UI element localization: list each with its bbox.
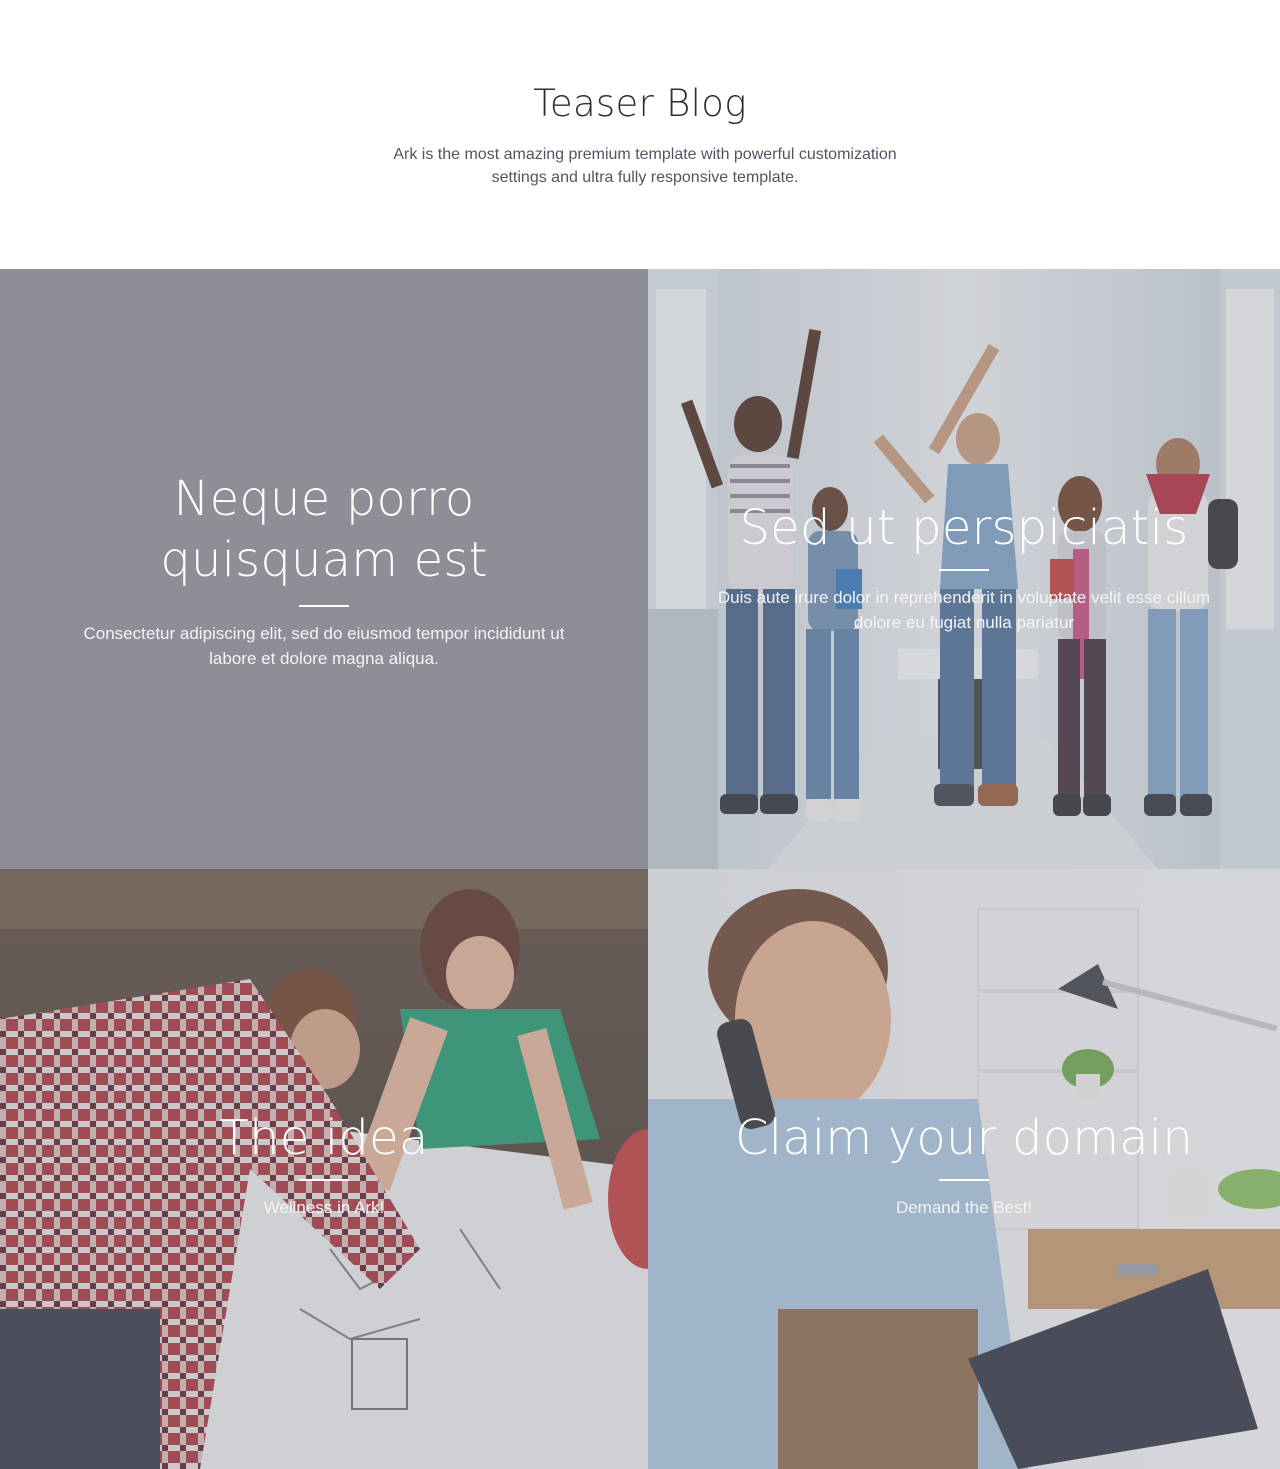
teaser-tile-2[interactable]: Sed ut perspiciatis Duis aute irure dolo…: [648, 269, 1280, 869]
teaser-text: Duis aute irure dolor in reprehenderit i…: [717, 588, 1211, 632]
teaser-content: Claim your domain Demand the Best!: [648, 1109, 1280, 1220]
teaser-content: Neque porro quisquam est Consectetur adi…: [0, 469, 648, 671]
title-divider: [299, 605, 349, 607]
teaser-title[interactable]: Claim your domain: [648, 1109, 1280, 1167]
teaser-tile-3[interactable]: The idea Wellness in Ark!: [0, 869, 648, 1469]
teaser-text: Wellness in Ark!: [263, 1198, 385, 1217]
teaser-text: Demand the Best!: [895, 1198, 1033, 1217]
title-divider: [939, 569, 989, 571]
title-divider: [939, 1179, 989, 1181]
teaser-tile-1[interactable]: Neque porro quisquam est Consectetur adi…: [0, 269, 648, 869]
teaser-text: Consectetur adipiscing elit, sed do eius…: [83, 624, 565, 668]
teaser-title[interactable]: The idea: [0, 1109, 648, 1167]
section-header: Teaser Blog Ark is the most amazing prem…: [0, 0, 1280, 269]
teaser-title[interactable]: Neque porro quisquam est: [64, 469, 584, 591]
teaser-content: The idea Wellness in Ark!: [0, 1109, 648, 1220]
teaser-tile-4[interactable]: Claim your domain Demand the Best!: [648, 869, 1280, 1469]
section-title: Teaser Blog: [533, 82, 747, 125]
title-divider: [299, 1179, 349, 1181]
section-subtitle: Ark is the most amazing premium template…: [393, 146, 897, 186]
teaser-title[interactable]: Sed ut perspiciatis: [648, 499, 1280, 557]
teaser-content: Sed ut perspiciatis Duis aute irure dolo…: [648, 499, 1280, 635]
